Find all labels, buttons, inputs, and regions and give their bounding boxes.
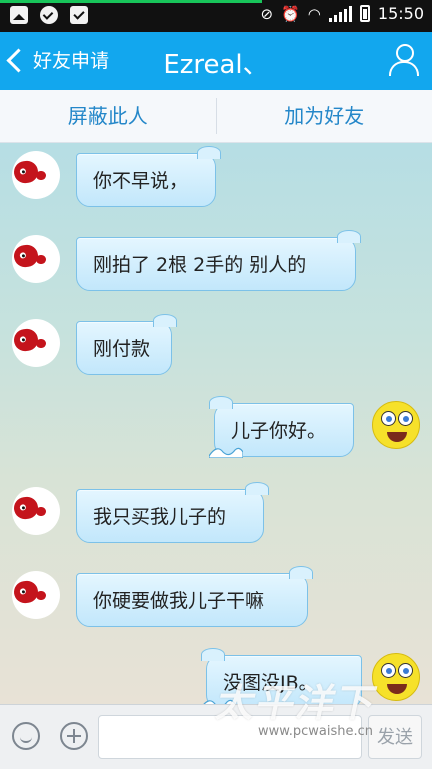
signal-icon [329, 6, 352, 22]
status-time: 15:50 [378, 4, 424, 23]
contact-avatar[interactable] [12, 487, 60, 535]
emoji-icon[interactable] [12, 722, 40, 750]
contact-avatar[interactable] [12, 235, 60, 283]
message-text: 刚付款 [93, 338, 150, 360]
wave-decoration-icon [209, 442, 243, 458]
plus-icon[interactable] [60, 722, 88, 750]
message-bubble[interactable]: 你不早说， [76, 153, 216, 207]
add-friend-button[interactable]: 加为好友 [217, 90, 432, 142]
notification-icons [10, 6, 88, 24]
battery-icon [360, 5, 370, 22]
contact-avatar[interactable] [12, 571, 60, 619]
mute-icon: ⊘ [261, 5, 274, 23]
download-progress-bar [0, 0, 262, 3]
contact-avatar[interactable] [12, 151, 60, 199]
chat-title: Ezreal、 [0, 44, 432, 81]
alarm-icon: ⏰ [281, 5, 300, 23]
block-button[interactable]: 屏蔽此人 [0, 90, 216, 142]
watermark-logo: 太平洋下 [212, 672, 384, 727]
watermark-url: www.pcwaishe.cn [258, 724, 373, 739]
message-bubble[interactable]: 你硬要做我儿子干嘛 [76, 573, 308, 627]
status-bar: ⊘ ⏰ ◠ 15:50 [0, 0, 432, 32]
wifi-icon: ◠ [308, 5, 321, 23]
system-icons: ⊘ ⏰ ◠ 15:50 [261, 4, 424, 23]
message-text: 我只买我儿子的 [93, 506, 226, 528]
contact-avatar[interactable] [12, 319, 60, 367]
message-bubble[interactable]: 儿子你好。 [214, 403, 354, 457]
message-text: 刚拍了 2根 2手的 别人的 [93, 254, 306, 276]
image-notification-icon [10, 6, 28, 24]
message-text: 你不早说， [93, 170, 188, 192]
person-icon [396, 44, 414, 62]
send-button[interactable]: 发送 [368, 715, 422, 759]
message-list[interactable]: 你不早说， 刚拍了 2根 2手的 别人的 刚付款 儿子你好。 我只买我儿子的 你… [0, 143, 432, 704]
message-bubble[interactable]: 刚拍了 2根 2手的 别人的 [76, 237, 356, 291]
title-bar: 好友申请 Ezreal、 [0, 32, 432, 90]
stranger-action-bar: 屏蔽此人 加为好友 [0, 90, 432, 143]
check-box-icon [70, 6, 88, 24]
check-circle-icon [40, 6, 58, 24]
profile-button[interactable] [388, 44, 418, 76]
message-bubble[interactable]: 刚付款 [76, 321, 172, 375]
user-avatar[interactable] [372, 401, 420, 449]
message-text: 你硬要做我儿子干嘛 [93, 590, 264, 612]
message-text: 儿子你好。 [231, 420, 326, 442]
message-bubble[interactable]: 我只买我儿子的 [76, 489, 264, 543]
